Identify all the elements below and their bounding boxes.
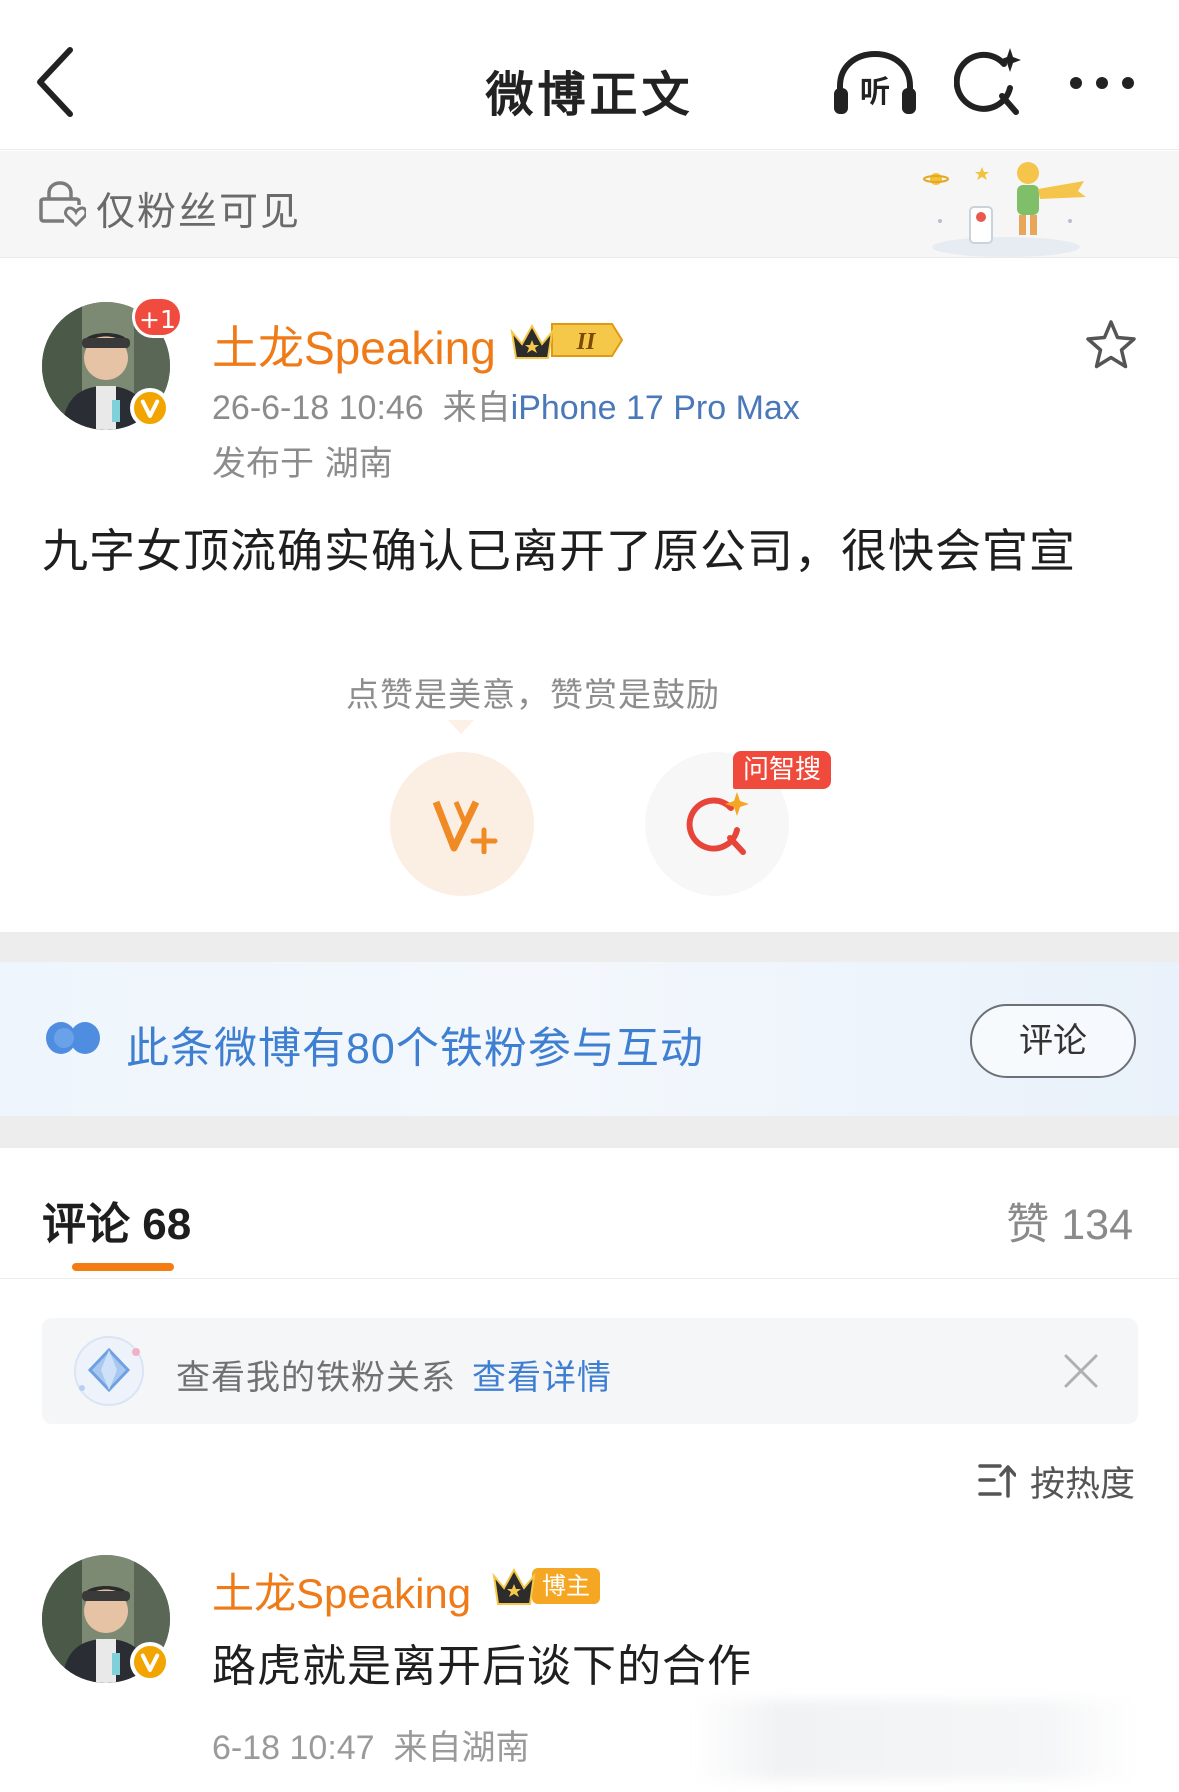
visibility-bar: 仅粉丝可见 (0, 151, 1179, 258)
favorite-star-icon[interactable] (1084, 318, 1138, 372)
tab-likes-count: 134 (1061, 1201, 1133, 1249)
sort-label: 按热度 (1030, 1465, 1136, 1505)
v-plus-reward-icon (432, 800, 498, 854)
diamond-badge-icon (74, 1336, 144, 1406)
section-divider (0, 932, 1179, 962)
plus-one-badge: +1 (132, 296, 183, 338)
tab-likes[interactable]: 赞 134 (1006, 1190, 1133, 1252)
headphones-listen-icon[interactable]: 听 (832, 50, 918, 116)
nav-bar: 微博正文 听 (0, 0, 1179, 150)
more-dots-icon[interactable] (1068, 72, 1136, 94)
crown-level-2-icon: II (510, 323, 624, 359)
fans-toggle-icon (46, 1022, 100, 1054)
svg-text:II: II (576, 329, 597, 355)
tab-likes-label: 赞 (1006, 1201, 1050, 1249)
sort-icon (978, 1464, 1016, 1498)
blurred-area (690, 1700, 1140, 1780)
blogger-badge: 博主 (492, 1567, 600, 1605)
tab-comments[interactable]: 评论 68 (42, 1188, 191, 1252)
post-time: 26-6-18 10:46 (212, 389, 424, 427)
blogger-badge-label: 博主 (542, 1572, 590, 1600)
ai-search-icon (686, 792, 749, 855)
visibility-text: 仅粉丝可见 (96, 190, 302, 235)
reward-button[interactable] (390, 752, 534, 896)
post-device[interactable]: iPhone 17 Pro Max (511, 389, 800, 427)
little-prince-decoration (923, 162, 1086, 257)
post-text: 九字女顶流确实确认已离开了原公司，很快会官宣 (42, 524, 1076, 578)
post-meta: 26-6-18 10:46 来自iPhone 17 Pro Max (212, 380, 800, 429)
post-source-prefix: 来自 (442, 389, 511, 427)
verified-v-icon (130, 388, 170, 428)
fan-relation-link[interactable]: 查看详情 (472, 1350, 612, 1399)
comment-meta: 6-18 10:47 来自湖南 (212, 1720, 530, 1769)
ai-search-icon[interactable] (954, 46, 1022, 118)
comment-text: 路虎就是离开后谈下的合作 (212, 1641, 752, 1692)
fan-relation-text: 查看我的铁粉关系 (176, 1358, 456, 1398)
section-divider (0, 1116, 1179, 1148)
post-region: 发布于 湖南 (212, 444, 393, 484)
tab-comments-count: 68 (142, 1200, 192, 1249)
hint-caret (448, 720, 474, 734)
tab-comments-label: 评论 (42, 1200, 130, 1249)
comment-author-name[interactable]: 土龙Speaking (212, 1560, 471, 1621)
fan-relation-banner[interactable]: 查看我的铁粉关系 查看详情 (42, 1318, 1138, 1424)
author-name[interactable]: 土龙Speaking (212, 312, 496, 378)
lock-heart-icon (39, 181, 86, 227)
close-icon[interactable] (1062, 1352, 1100, 1390)
listen-label: 听 (860, 75, 890, 110)
ai-search-badge: 问智搜 (733, 751, 832, 789)
comment-time: 6-18 10:47 (212, 1729, 375, 1767)
comment-source: 来自湖南 (393, 1729, 530, 1767)
reward-hint: 点赞是美意，赞赏是鼓励 (346, 675, 720, 714)
verified-v-icon (130, 1642, 170, 1682)
fans-interaction-text: 此条微博有80个铁粉参与互动 (126, 1025, 704, 1073)
fans-interaction-strip: 此条微博有80个铁粉参与互动 评论 (0, 962, 1179, 1116)
active-tab-indicator (72, 1263, 174, 1271)
fans-comment-button[interactable]: 评论 (970, 1004, 1136, 1078)
sort-selector[interactable]: 按热度 (978, 1456, 1138, 1505)
tab-divider (0, 1278, 1179, 1279)
